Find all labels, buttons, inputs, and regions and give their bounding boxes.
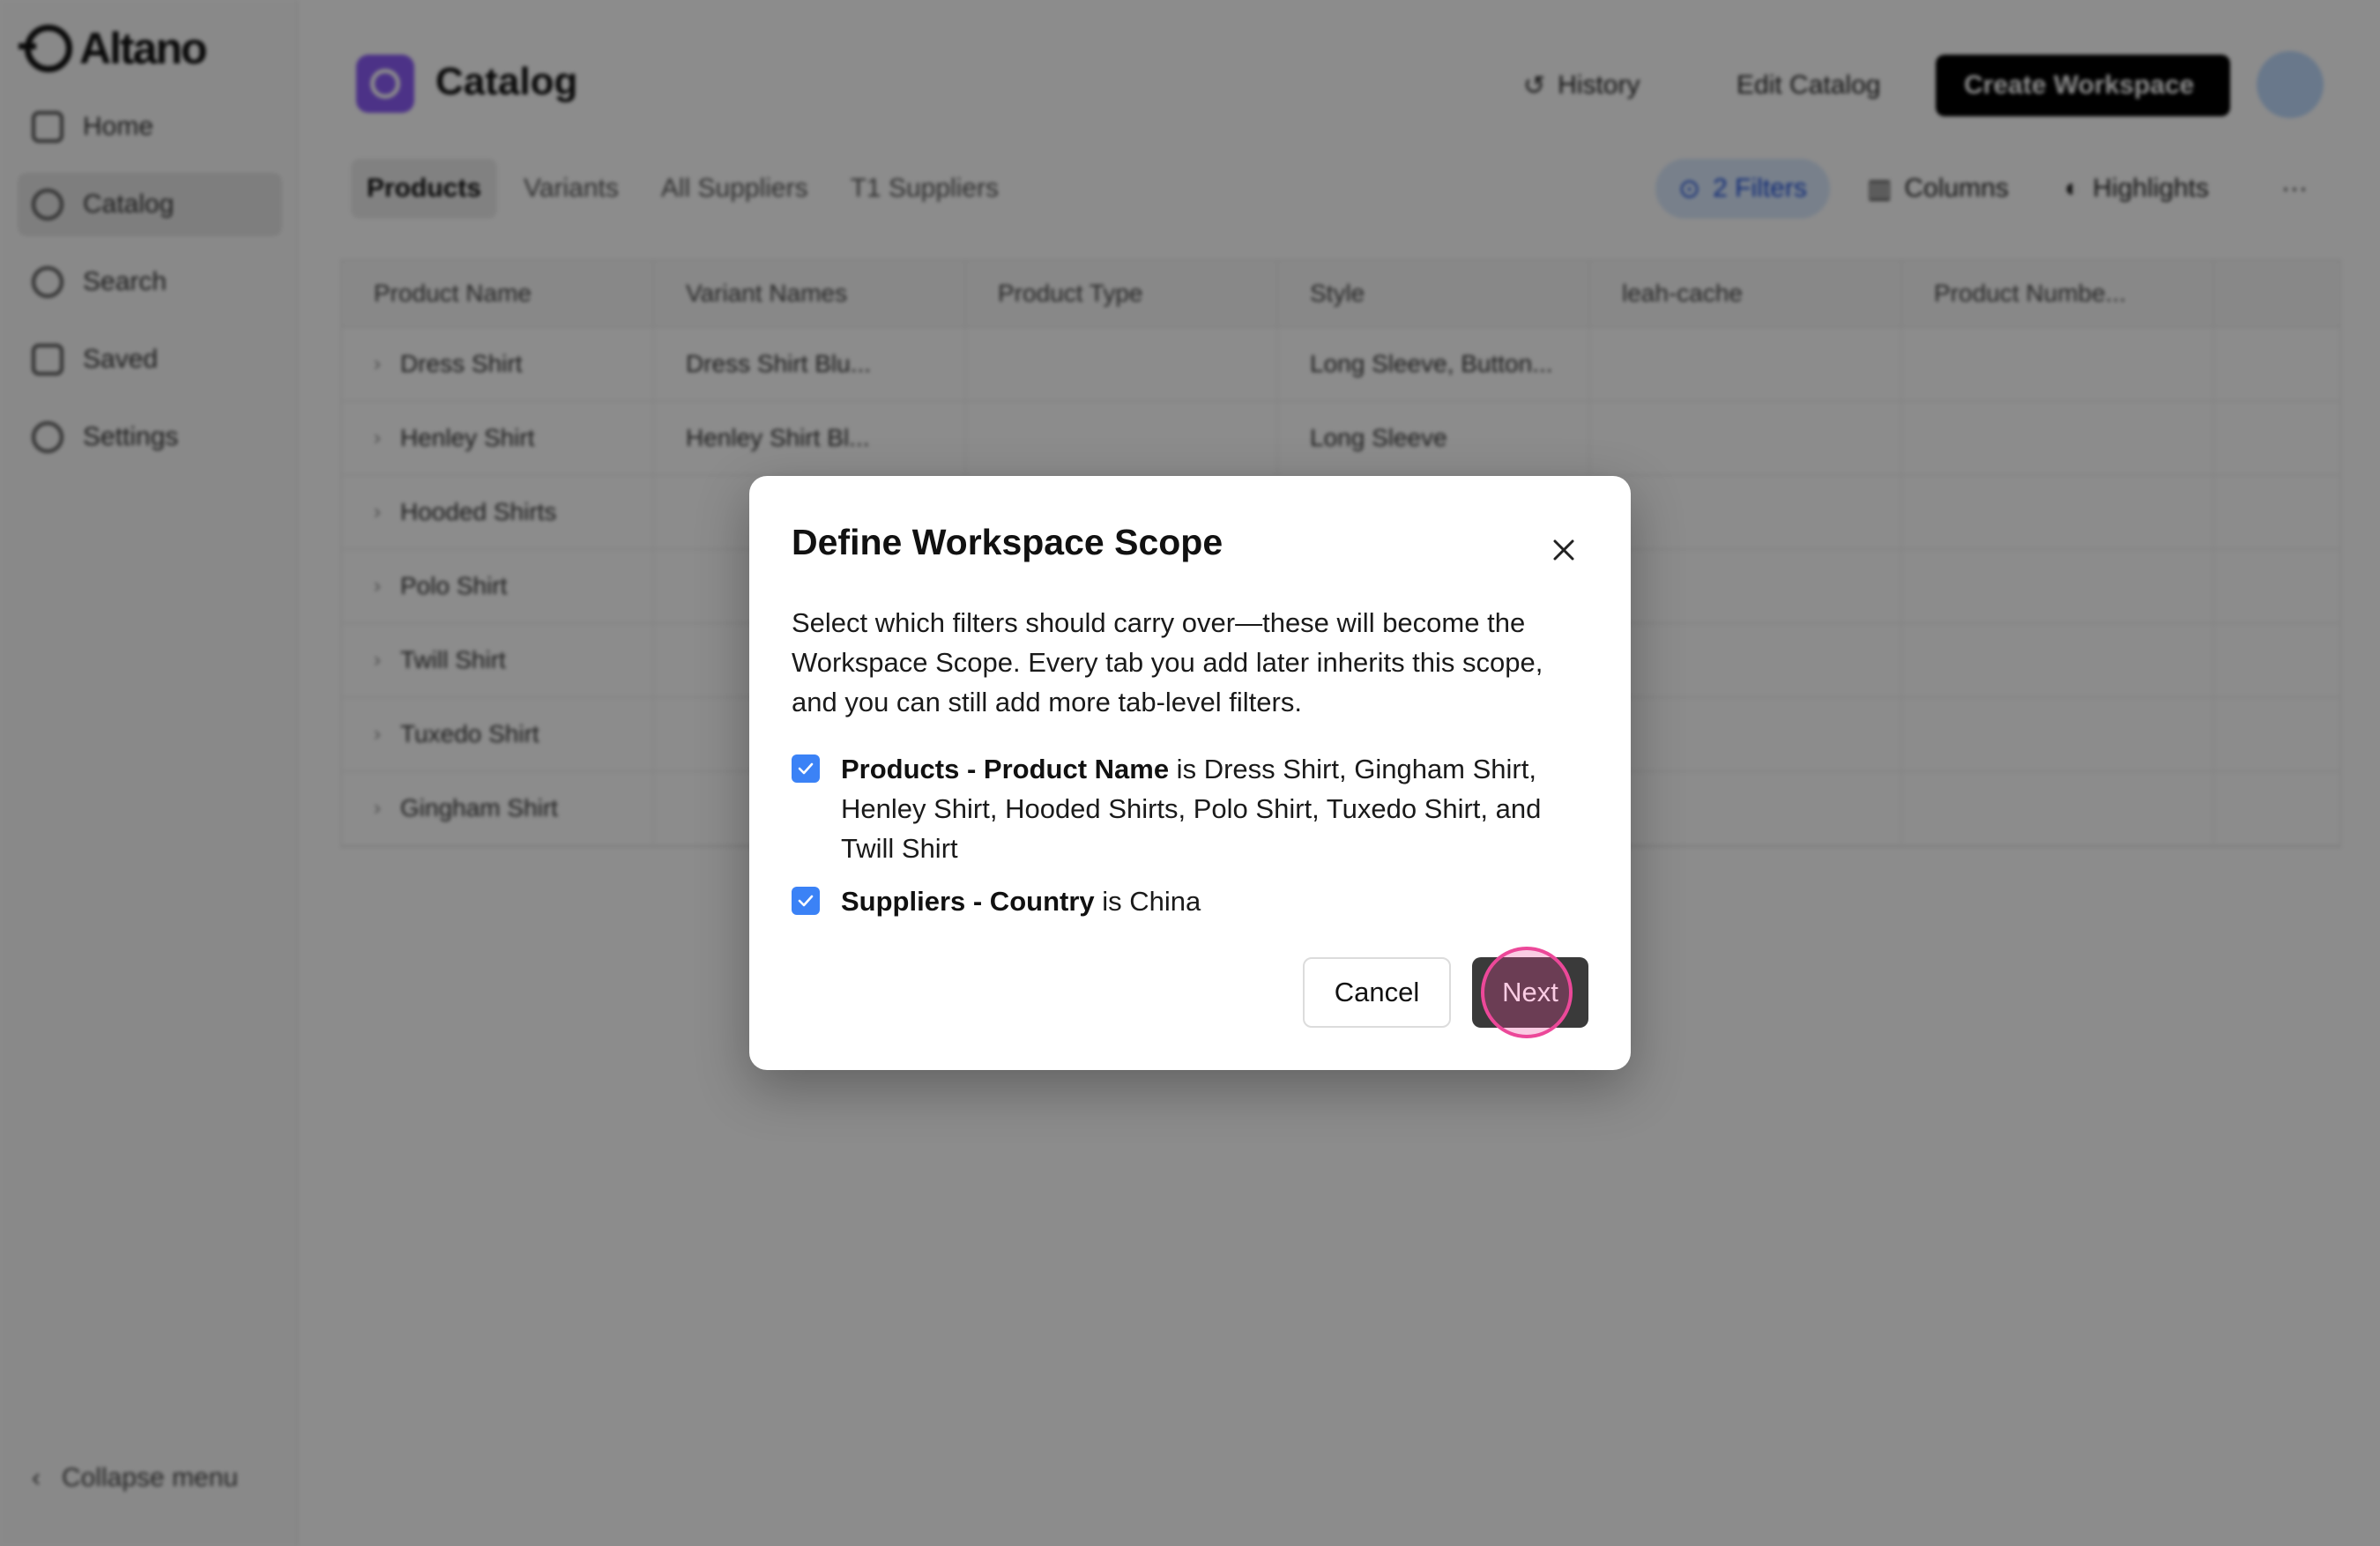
close-icon <box>1553 539 1574 561</box>
close-button[interactable] <box>1539 525 1588 575</box>
filter-operator: is <box>1094 886 1130 917</box>
dialog-description: Select which filters should carry over—t… <box>792 607 1543 717</box>
filter-value: China <box>1129 886 1201 917</box>
define-workspace-scope-dialog: Define Workspace Scope Select which filt… <box>749 476 1631 1070</box>
check-icon <box>798 762 814 775</box>
filter-label: Products - Product Name is Dress Shirt, … <box>841 749 1594 868</box>
product-name-filter-checkbox[interactable] <box>792 754 820 783</box>
check-icon <box>798 895 814 907</box>
filter-label: Suppliers - Country is China <box>841 881 1201 921</box>
filter-field: Products - Product Name <box>841 754 1170 784</box>
scope-filter-product-name: Products - Product Name is Dress Shirt, … <box>792 749 1594 868</box>
filter-operator: is <box>1169 754 1204 784</box>
filter-field: Suppliers - Country <box>841 886 1095 917</box>
next-button[interactable]: Next <box>1472 957 1588 1028</box>
scope-filter-country: Suppliers - Country is China <box>792 881 1594 921</box>
dialog-title: Define Workspace Scope <box>792 522 1223 562</box>
cancel-button[interactable]: Cancel <box>1303 957 1451 1028</box>
country-filter-checkbox[interactable] <box>792 887 820 915</box>
